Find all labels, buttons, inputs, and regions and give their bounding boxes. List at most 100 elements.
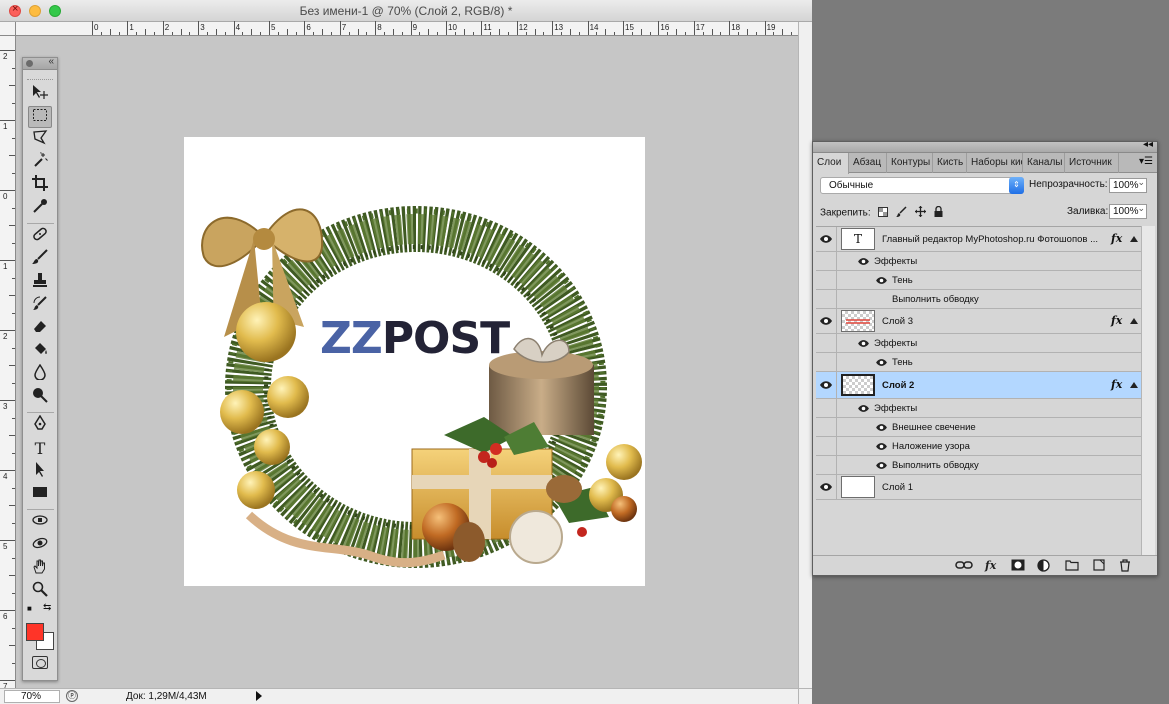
effect-row[interactable]: Выполнить обводку xyxy=(816,290,1141,309)
layer-effects-fx-icon[interactable]: fx xyxy=(1111,232,1122,245)
zoom-tool-icon[interactable] xyxy=(28,581,52,603)
new-layer-icon[interactable] xyxy=(1093,559,1105,574)
brush-tool-icon[interactable] xyxy=(28,249,52,271)
effect-row[interactable]: Внешнее свечение xyxy=(816,418,1141,437)
effect-row[interactable]: Выполнить обводку xyxy=(816,456,1141,475)
lock-position-icon[interactable] xyxy=(915,206,927,220)
effect-row[interactable]: Тень xyxy=(816,271,1141,290)
lock-pixels-icon[interactable] xyxy=(896,206,907,220)
expand-effects-icon[interactable] xyxy=(1130,318,1138,324)
eraser-tool-icon[interactable] xyxy=(28,318,52,340)
layers-panel-header[interactable]: ◂◂ xyxy=(813,139,1157,153)
expand-effects-icon[interactable] xyxy=(1130,382,1138,388)
document-canvas[interactable]: ZZPOST xyxy=(184,137,645,586)
path-selection-tool-icon[interactable] xyxy=(28,461,52,483)
tab-clone-source[interactable]: Источник xyxy=(1065,153,1119,173)
effect-eye-icon[interactable] xyxy=(876,276,887,285)
fill-field[interactable]: 100% xyxy=(1109,202,1147,219)
title-bar[interactable]: Без имени-1 @ 70% (Слой 2, RGB/8) * xyxy=(0,0,812,22)
dodge-tool-icon[interactable] xyxy=(28,387,52,409)
tab-brush-presets[interactable]: Наборы кисте xyxy=(967,153,1023,173)
layer-row-layer3[interactable]: Слой 3 fx xyxy=(816,309,1141,334)
ruler-horizontal[interactable]: 0 1 2 3 4 5 6 7 8 9 10 11 12 13 14 15 16 17 18 19 xyxy=(16,21,798,36)
effect-eye-icon[interactable] xyxy=(876,461,887,470)
rectangle-tool-icon[interactable] xyxy=(28,484,52,506)
effect-row[interactable]: Наложение узора xyxy=(816,437,1141,456)
3d-rotate-tool-icon[interactable] xyxy=(28,512,52,534)
delete-layer-icon[interactable] xyxy=(1119,559,1131,575)
effect-row[interactable]: Тень xyxy=(816,353,1141,372)
layer-effects-fx-icon[interactable]: fx xyxy=(1111,314,1122,327)
rectangular-marquee-tool-icon[interactable] xyxy=(28,106,52,128)
tab-brush[interactable]: Кисть xyxy=(933,153,967,173)
type-tool-icon[interactable]: T xyxy=(28,438,52,460)
link-layers-icon[interactable] xyxy=(955,559,973,574)
layers-scrollbar[interactable] xyxy=(1141,226,1155,556)
tab-layers[interactable]: Слои xyxy=(813,153,849,174)
status-info-icon[interactable]: ⓟ xyxy=(66,690,78,702)
effect-eye-icon[interactable] xyxy=(858,404,869,413)
visibility-eye-icon[interactable] xyxy=(820,316,832,326)
eyedropper-tool-icon[interactable] xyxy=(28,198,52,220)
layer-effects-fx-icon[interactable]: fx xyxy=(1111,378,1122,391)
layer-row-layer1[interactable]: Слой 1 xyxy=(816,475,1141,500)
swap-colors-icon[interactable]: ⇆ xyxy=(43,602,51,613)
visibility-eye-icon[interactable] xyxy=(820,234,832,244)
lock-all-icon[interactable] xyxy=(934,205,943,220)
layer-name[interactable]: Слой 2 xyxy=(882,380,914,391)
horizontal-scrollbar[interactable] xyxy=(264,688,798,704)
effects-group-row[interactable]: Эффекты xyxy=(816,399,1141,418)
spot-healing-brush-tool-icon[interactable] xyxy=(28,226,52,248)
hand-tool-icon[interactable] xyxy=(28,558,52,580)
default-colors-icon[interactable]: ■ xyxy=(27,604,32,613)
move-tool-icon[interactable] xyxy=(28,83,52,105)
lock-transparency-icon[interactable] xyxy=(878,206,889,220)
visibility-eye-icon[interactable] xyxy=(820,482,832,492)
pen-tool-icon[interactable] xyxy=(28,414,52,437)
tools-panel-grip[interactable] xyxy=(27,72,53,80)
history-brush-tool-icon[interactable] xyxy=(28,295,52,317)
new-group-icon[interactable] xyxy=(1065,559,1079,574)
visibility-eye-icon[interactable] xyxy=(820,380,832,390)
tab-paths[interactable]: Контуры xyxy=(887,153,933,173)
tools-panel-header[interactable] xyxy=(23,56,57,70)
crop-tool-icon[interactable] xyxy=(28,175,52,197)
tab-channels[interactable]: Каналы xyxy=(1023,153,1065,173)
effect-eye-icon[interactable] xyxy=(858,339,869,348)
ruler-label: 0 xyxy=(94,23,99,32)
foreground-color-swatch[interactable] xyxy=(26,623,44,641)
blur-tool-icon[interactable] xyxy=(28,363,52,386)
effects-group-row[interactable]: Эффекты xyxy=(816,334,1141,353)
effects-group-row[interactable]: Эффекты xyxy=(816,252,1141,271)
effect-eye-icon[interactable] xyxy=(876,442,887,451)
status-menu-arrow-icon[interactable] xyxy=(256,691,262,701)
tab-paragraph[interactable]: Абзац xyxy=(849,153,887,173)
layer-name[interactable]: Главный редактор MyPhotoshop.ru Фотошопо… xyxy=(882,234,1108,245)
quick-mask-icon[interactable] xyxy=(32,656,48,669)
3d-orbit-tool-icon[interactable] xyxy=(28,535,52,557)
ruler-origin[interactable] xyxy=(0,22,16,36)
layer-row-text[interactable]: T Главный редактор MyPhotoshop.ru Фотошо… xyxy=(816,227,1141,252)
vertical-scrollbar[interactable] xyxy=(798,22,812,688)
effect-eye-icon[interactable] xyxy=(876,358,887,367)
panel-menu-icon[interactable]: ▾☰ xyxy=(1139,156,1153,167)
paint-bucket-tool-icon[interactable] xyxy=(28,341,52,363)
ruler-vertical[interactable]: 2101234567 xyxy=(0,36,16,691)
ruler-minor-tick xyxy=(100,32,102,35)
add-layer-mask-icon[interactable] xyxy=(1011,559,1025,574)
collapse-panel-icon[interactable]: ◂◂ xyxy=(1143,139,1153,150)
layer-row-layer2[interactable]: Слой 2 fx xyxy=(816,372,1141,399)
effect-eye-icon[interactable] xyxy=(876,423,887,432)
polygonal-lasso-tool-icon[interactable] xyxy=(28,129,52,151)
blend-mode-select[interactable]: Обычные ⇕ xyxy=(820,177,1024,194)
add-layer-style-icon[interactable]: fx xyxy=(985,559,996,572)
layer-name[interactable]: Слой 3 xyxy=(882,316,913,327)
clone-stamp-tool-icon[interactable] xyxy=(28,272,52,294)
magic-wand-tool-icon[interactable] xyxy=(28,152,52,174)
adjustment-layer-icon[interactable] xyxy=(1037,559,1050,575)
effect-eye-icon[interactable] xyxy=(858,257,869,266)
expand-effects-icon[interactable] xyxy=(1130,236,1138,242)
opacity-field[interactable]: 100% xyxy=(1109,176,1147,193)
zoom-level-field[interactable]: 70% xyxy=(4,690,60,703)
layer-name[interactable]: Слой 1 xyxy=(882,482,913,493)
